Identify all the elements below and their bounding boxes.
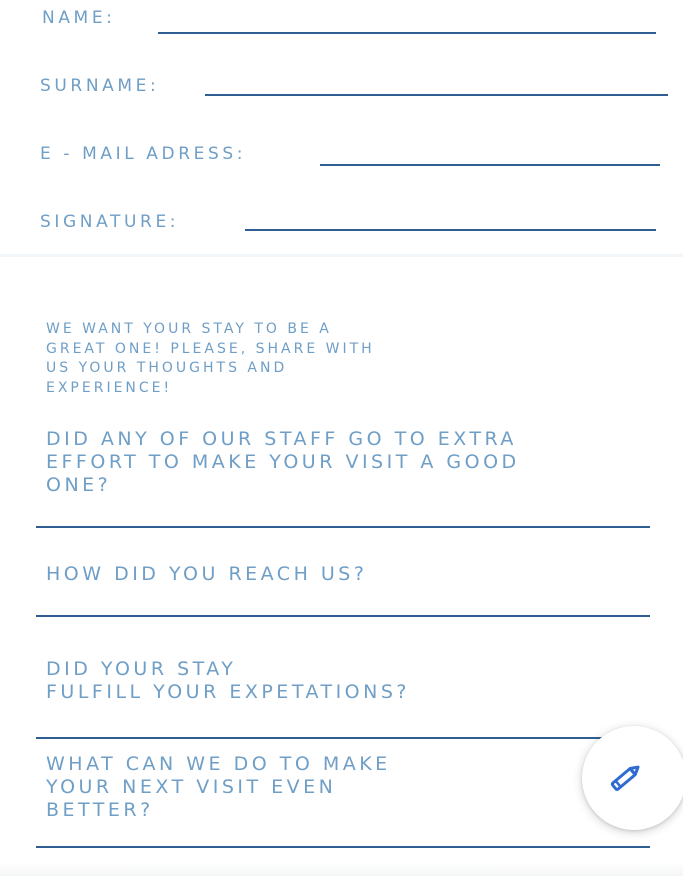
surname-field[interactable] [205, 94, 668, 96]
email-label: E - MAIL ADRESS: [40, 144, 247, 164]
email-field[interactable] [320, 164, 660, 166]
section-divider [0, 254, 683, 257]
surname-label: SURNAME: [40, 76, 160, 96]
question-next-visit: WHAT CAN WE DO TO MAKE YOUR NEXT VISIT E… [46, 753, 391, 821]
question-how-reach: HOW DID YOU REACH US? [46, 563, 368, 585]
signature-field[interactable] [245, 229, 656, 231]
feedback-intro: WE WANT YOUR STAY TO BE A GREAT ONE! PLE… [46, 321, 375, 396]
pencil-icon [610, 765, 640, 791]
answer-how-reach[interactable] [36, 615, 650, 617]
question-expectations: DID YOUR STAY FULFILL YOUR EXPETATIONS? [46, 658, 410, 703]
name-label: NAME: [42, 8, 116, 28]
edit-button[interactable] [582, 726, 683, 830]
contact-section: NAME: SURNAME: E - MAIL ADRESS: SIGNATUR… [0, 0, 683, 256]
name-field[interactable] [158, 32, 656, 34]
answer-staff-effort[interactable] [36, 526, 650, 528]
answer-next-visit[interactable] [36, 846, 650, 848]
answer-expectations[interactable] [36, 737, 614, 739]
signature-label: SIGNATURE: [40, 212, 180, 232]
bottom-edge [0, 862, 683, 876]
question-staff-effort: DID ANY OF OUR STAFF GO TO EXTRA EFFORT … [46, 428, 520, 496]
